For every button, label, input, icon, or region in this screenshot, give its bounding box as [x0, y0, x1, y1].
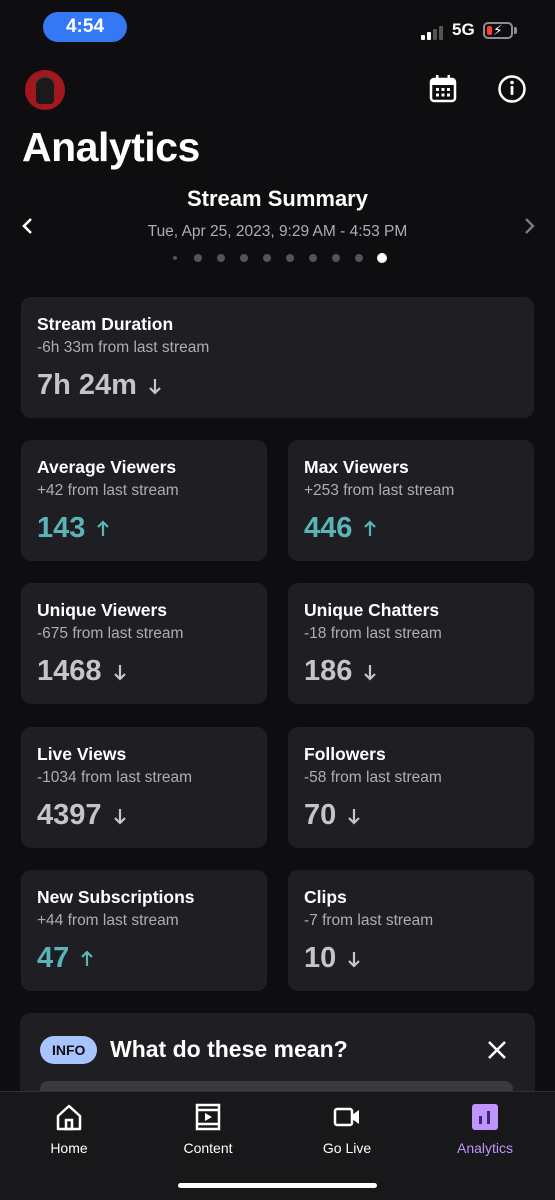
nav-item-analytics[interactable]: Analytics	[425, 1102, 545, 1156]
battery-charging-icon: ⚡	[483, 22, 513, 39]
close-icon[interactable]	[485, 1038, 509, 1062]
stat-value: 143	[37, 512, 86, 544]
stat-card-average-viewers: Average Viewers +42 from last stream 143	[21, 440, 267, 561]
stat-label: Followers	[304, 744, 386, 764]
stat-delta: +253 from last stream	[304, 482, 455, 499]
stat-delta: +42 from last stream	[37, 482, 179, 499]
stat-value: 70	[304, 799, 337, 831]
page-dot[interactable]	[173, 256, 177, 260]
page-dot[interactable]	[194, 254, 202, 262]
stat-delta: -18 from last stream	[304, 625, 442, 642]
analytics-chart-icon	[472, 1104, 498, 1130]
profile-avatar[interactable]	[25, 70, 65, 110]
nav-item-go-live[interactable]: Go Live	[287, 1102, 407, 1156]
nav-item-home[interactable]: Home	[9, 1102, 129, 1156]
status-bar: 4:54 5G ⚡	[0, 0, 555, 52]
network-type: 5G	[452, 20, 475, 39]
stat-label: Max Viewers	[304, 457, 409, 477]
stat-card-stream-duration: Stream Duration -6h 33m from last stream…	[21, 297, 534, 418]
cellular-signal-icon	[421, 24, 447, 40]
stat-label: Average Viewers	[37, 457, 177, 477]
arrow-down-icon	[348, 951, 361, 968]
arrow-down-icon	[113, 808, 126, 825]
stat-label: Unique Viewers	[37, 600, 168, 620]
page-dot[interactable]	[240, 254, 248, 262]
stat-delta: -7 from last stream	[304, 912, 434, 929]
info-panel-title: What do these mean?	[110, 1036, 348, 1062]
page-dot[interactable]	[355, 254, 363, 262]
nav-label-analytics: Analytics	[456, 1140, 514, 1156]
summary-date-range: Tue, Apr 25, 2023, 9:29 AM - 4:53 PM	[147, 223, 408, 240]
page-dot[interactable]	[332, 254, 340, 262]
content-video-icon	[195, 1103, 221, 1131]
stat-card-unique-viewers: Unique Viewers -675 from last stream 146…	[21, 583, 267, 704]
status-time: 4:54	[43, 12, 127, 42]
stat-card-new-subscriptions: New Subscriptions +44 from last stream 4…	[21, 870, 267, 991]
stream-page-indicator[interactable]	[0, 252, 555, 264]
stat-delta: +44 from last stream	[37, 912, 179, 929]
stat-card-max-viewers: Max Viewers +253 from last stream 446	[288, 440, 534, 561]
nav-label-go-live: Go Live	[322, 1140, 372, 1156]
stat-delta: -58 from last stream	[304, 769, 442, 786]
stat-value: 1468	[37, 655, 102, 687]
nav-label-content: Content	[183, 1140, 233, 1156]
calendar-icon[interactable]	[428, 71, 458, 107]
stat-card-unique-chatters: Unique Chatters -18 from last stream 186	[288, 583, 534, 704]
stat-value: 7h 24m	[37, 369, 137, 401]
stat-delta: -6h 33m from last stream	[37, 339, 210, 356]
battery-tip	[514, 27, 517, 34]
stat-value: 446	[304, 512, 353, 544]
stat-label: Clips	[304, 887, 347, 907]
home-indicator	[178, 1183, 377, 1188]
next-stream-chevron-icon[interactable]	[517, 214, 541, 238]
stat-value: 186	[304, 655, 353, 687]
arrow-up-icon	[81, 949, 94, 966]
stat-card-live-views: Live Views -1034 from last stream 4397	[21, 727, 267, 848]
arrow-down-icon	[113, 664, 126, 681]
stat-card-followers: Followers -58 from last stream 70	[288, 727, 534, 848]
arrow-down-icon	[149, 378, 161, 395]
page-dot[interactable]	[263, 254, 271, 262]
stat-label: Unique Chatters	[304, 600, 440, 620]
page-dot[interactable]	[286, 254, 294, 262]
stat-value: 4397	[37, 799, 102, 831]
nav-item-content[interactable]: Content	[148, 1102, 268, 1156]
summary-title: Stream Summary	[187, 186, 368, 211]
page-title: Analytics	[22, 124, 200, 170]
info-badge: INFO	[40, 1036, 98, 1064]
camera-icon	[333, 1107, 359, 1127]
arrow-down-icon	[348, 808, 361, 825]
page-dot[interactable]	[217, 254, 225, 262]
page-dot-active[interactable]	[377, 253, 387, 263]
stat-value: 47	[37, 942, 70, 974]
stat-card-clips: Clips -7 from last stream 10	[288, 870, 534, 991]
page-dot[interactable]	[309, 254, 317, 262]
stat-delta: -1034 from last stream	[37, 769, 193, 786]
info-icon[interactable]	[497, 71, 527, 107]
stat-label: Stream Duration	[37, 314, 174, 334]
stat-label: New Subscriptions	[37, 887, 195, 907]
nav-label-home: Home	[50, 1140, 88, 1156]
arrow-up-icon	[97, 519, 110, 536]
stat-delta: -675 from last stream	[37, 625, 184, 642]
stat-value: 10	[304, 942, 337, 974]
arrow-up-icon	[364, 519, 377, 536]
stat-label: Live Views	[37, 744, 127, 764]
home-icon	[56, 1104, 82, 1131]
arrow-down-icon	[364, 664, 377, 681]
